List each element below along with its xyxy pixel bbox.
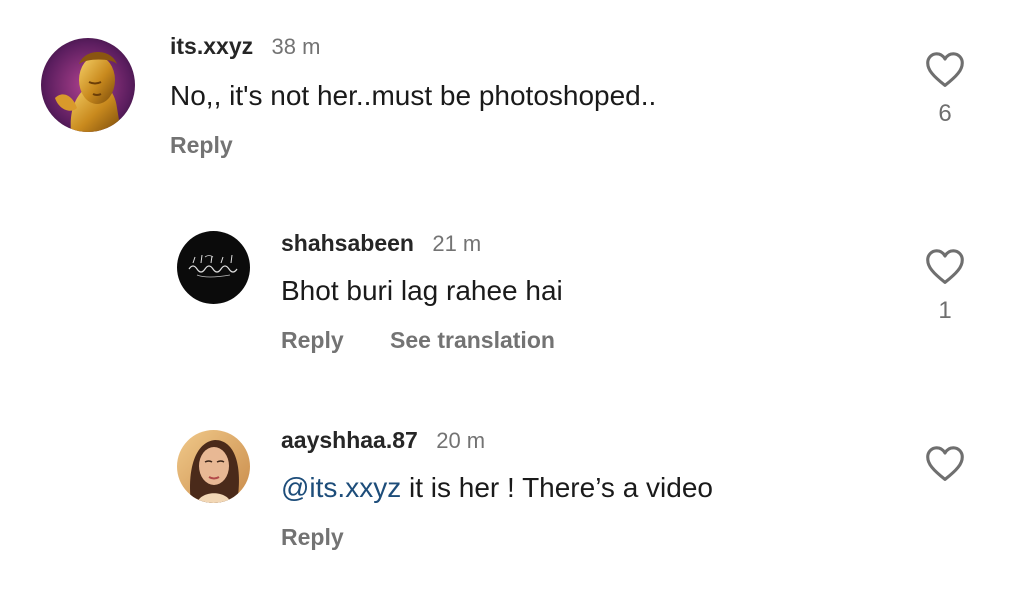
timestamp: 20 m [436,428,486,453]
like-count: 1 [938,297,952,324]
username[interactable]: shahsabeen [281,230,414,256]
reply-button[interactable]: Reply [281,327,344,354]
heart-icon[interactable] [924,247,966,285]
comment-text: @its.xxyz it is her ! There’s a video [281,472,713,504]
comment-meta: shahsabeen 21 m [281,230,481,257]
comment-meta: aayshhaa.87 20 m [281,427,485,454]
comment-actions: Reply See translation [281,327,555,354]
comment-meta: its.xxyz 38 m [170,33,320,60]
comment-text: No,, it's not her..must be photoshoped.. [170,80,657,111]
reply-button[interactable]: Reply [281,524,344,551]
username[interactable]: its.xxyz [170,33,253,59]
reply-button[interactable]: Reply [170,132,233,159]
heart-icon[interactable] [924,444,966,482]
timestamp: 21 m [432,231,482,256]
woman-portrait-avatar-icon [177,430,250,503]
comment-actions: Reply [170,132,233,159]
comment-text: Bhot buri lag rahee hai [281,275,563,306]
heart-icon[interactable] [924,50,966,88]
comment-text-body: it is her ! There’s a video [401,472,713,503]
like-control: 1 [922,247,968,325]
like-control [922,444,968,482]
mention-link[interactable]: @its.xxyz [281,472,401,503]
like-control: 6 [922,50,968,128]
comment-actions: Reply [281,524,344,551]
golden-buddha-avatar-icon [41,38,135,132]
username[interactable]: aayshhaa.87 [281,427,418,453]
arabic-calligraphy-avatar-icon [177,231,250,304]
avatar[interactable] [177,430,250,503]
avatar[interactable] [41,38,135,132]
timestamp: 38 m [271,34,321,59]
avatar[interactable] [177,231,250,304]
see-translation-button[interactable]: See translation [390,327,555,354]
like-count: 6 [938,100,952,127]
